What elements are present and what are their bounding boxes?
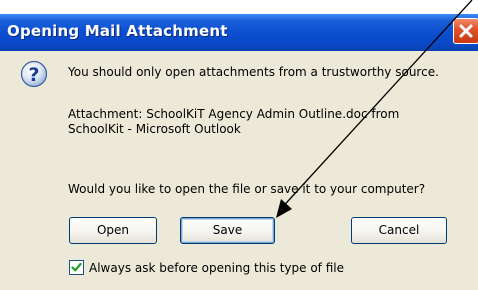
title-bar[interactable]: Opening Mail Attachment <box>0 14 478 51</box>
cancel-button[interactable]: Cancel <box>351 217 447 244</box>
checkmark-icon <box>71 262 82 272</box>
attachment-source-text: SchoolKit - Microsoft Outlook <box>68 122 241 136</box>
svg-text:?: ? <box>28 64 39 86</box>
open-or-save-question: Would you like to open the file or save … <box>68 182 426 196</box>
always-ask-label: Always ask before opening this type of f… <box>89 261 344 275</box>
trust-warning-text: You should only open attachments from a … <box>68 65 439 79</box>
attachment-name-text: Attachment: SchoolKiT Agency Admin Outli… <box>68 107 400 121</box>
save-button[interactable]: Save <box>180 217 275 244</box>
opening-mail-attachment-dialog: Opening Mail Attachment ? You should onl… <box>0 0 478 290</box>
question-icon: ? <box>20 60 48 88</box>
open-button[interactable]: Open <box>69 217 157 244</box>
always-ask-checkbox[interactable] <box>69 260 84 275</box>
close-icon <box>459 24 473 38</box>
close-button[interactable] <box>453 18 478 44</box>
dialog-body: ? You should only open attachments from … <box>0 51 478 290</box>
dialog-title: Opening Mail Attachment <box>7 22 228 40</box>
